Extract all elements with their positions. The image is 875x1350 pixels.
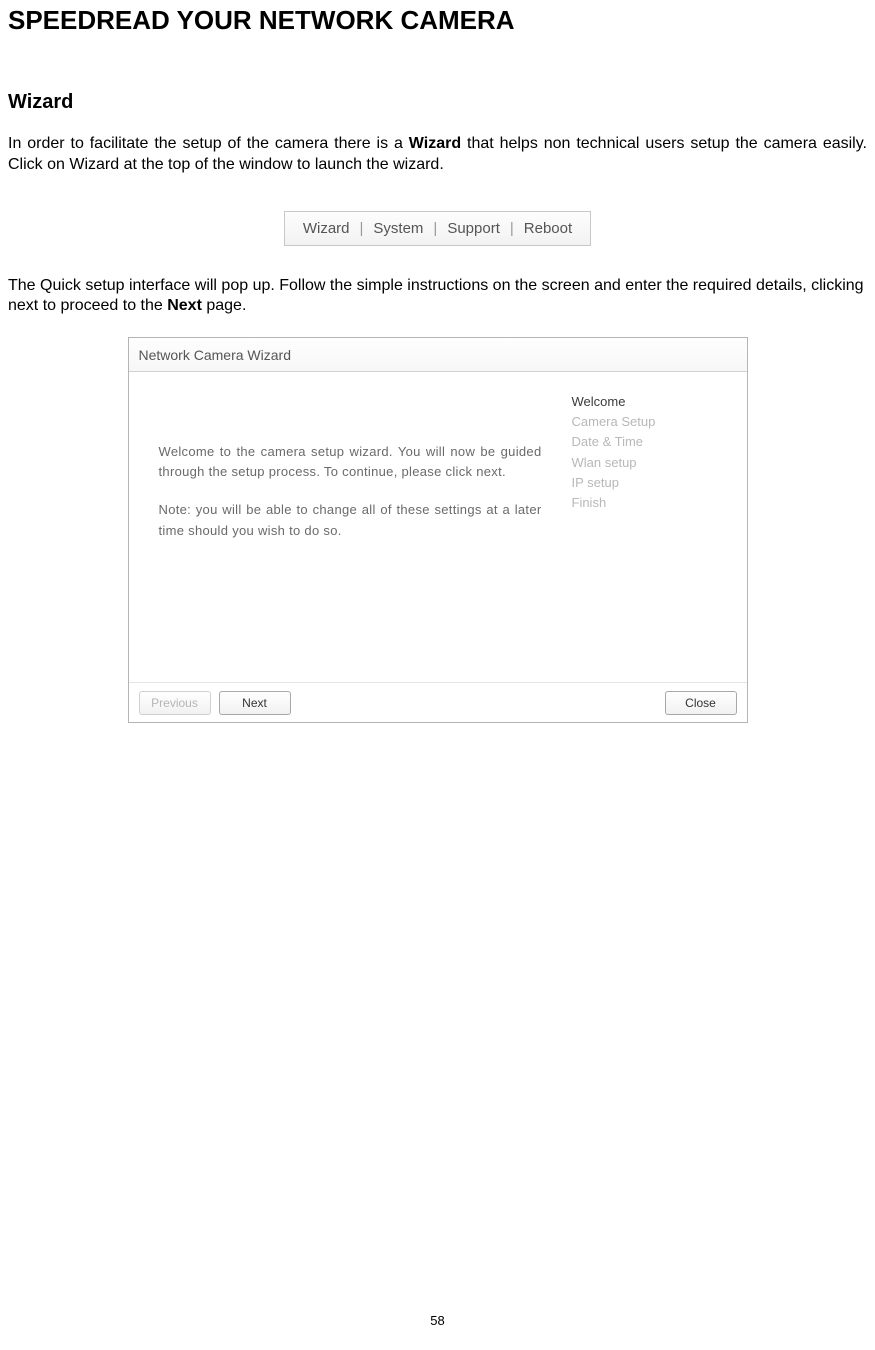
wizard-step-camera-setup: Camera Setup (572, 412, 732, 432)
close-button[interactable]: Close (665, 691, 737, 715)
menu-item-support[interactable]: Support (447, 220, 500, 237)
wizard-step-wlan-setup: Wlan setup (572, 453, 732, 473)
wizard-window-image: Network Camera Wizard Welcome to the cam… (0, 337, 875, 723)
wizard-body: Welcome to the camera setup wizard. You … (129, 372, 747, 682)
menu-separator: | (510, 220, 514, 237)
wizard-window: Network Camera Wizard Welcome to the cam… (128, 337, 748, 723)
next-button[interactable]: Next (219, 691, 291, 715)
paragraph-2-post: page. (202, 297, 246, 314)
previous-button: Previous (139, 691, 211, 715)
paragraph-2: The Quick setup interface will pop up. F… (0, 276, 875, 318)
paragraph-1-pre: In order to facilitate the setup of the … (8, 135, 409, 152)
menu-bar-image: Wizard | System | Support | Reboot (0, 211, 875, 246)
paragraph-2-pre: The Quick setup interface will pop up. F… (8, 277, 864, 315)
menu-bar: Wizard | System | Support | Reboot (284, 211, 591, 246)
menu-item-reboot[interactable]: Reboot (524, 220, 572, 237)
wizard-titlebar: Network Camera Wizard (129, 338, 747, 372)
section-title-wizard: Wizard (0, 36, 875, 134)
wizard-steps-panel: Welcome Camera Setup Date & Time Wlan se… (572, 372, 747, 682)
page-number: 58 (0, 1313, 875, 1328)
paragraph-1: In order to facilitate the setup of the … (0, 134, 875, 176)
wizard-content: Welcome to the camera setup wizard. You … (129, 372, 572, 682)
wizard-step-welcome: Welcome (572, 392, 732, 412)
wizard-steps-list: Welcome Camera Setup Date & Time Wlan se… (572, 392, 732, 513)
wizard-welcome-text-1: Welcome to the camera setup wizard. You … (159, 442, 542, 482)
wizard-welcome-text-2: Note: you will be able to change all of … (159, 500, 542, 540)
page-header: SPEEDREAD YOUR NETWORK CAMERA (0, 0, 875, 36)
menu-separator: | (360, 220, 364, 237)
wizard-step-finish: Finish (572, 493, 732, 513)
wizard-footer: Previous Next Close (129, 682, 747, 722)
paragraph-2-bold: Next (167, 297, 202, 314)
wizard-title: Network Camera Wizard (139, 347, 291, 363)
menu-separator: | (433, 220, 437, 237)
wizard-step-ip-setup: IP setup (572, 473, 732, 493)
paragraph-1-bold: Wizard (409, 135, 461, 152)
menu-item-system[interactable]: System (373, 220, 423, 237)
menu-item-wizard[interactable]: Wizard (303, 220, 350, 237)
wizard-step-date-time: Date & Time (572, 432, 732, 452)
